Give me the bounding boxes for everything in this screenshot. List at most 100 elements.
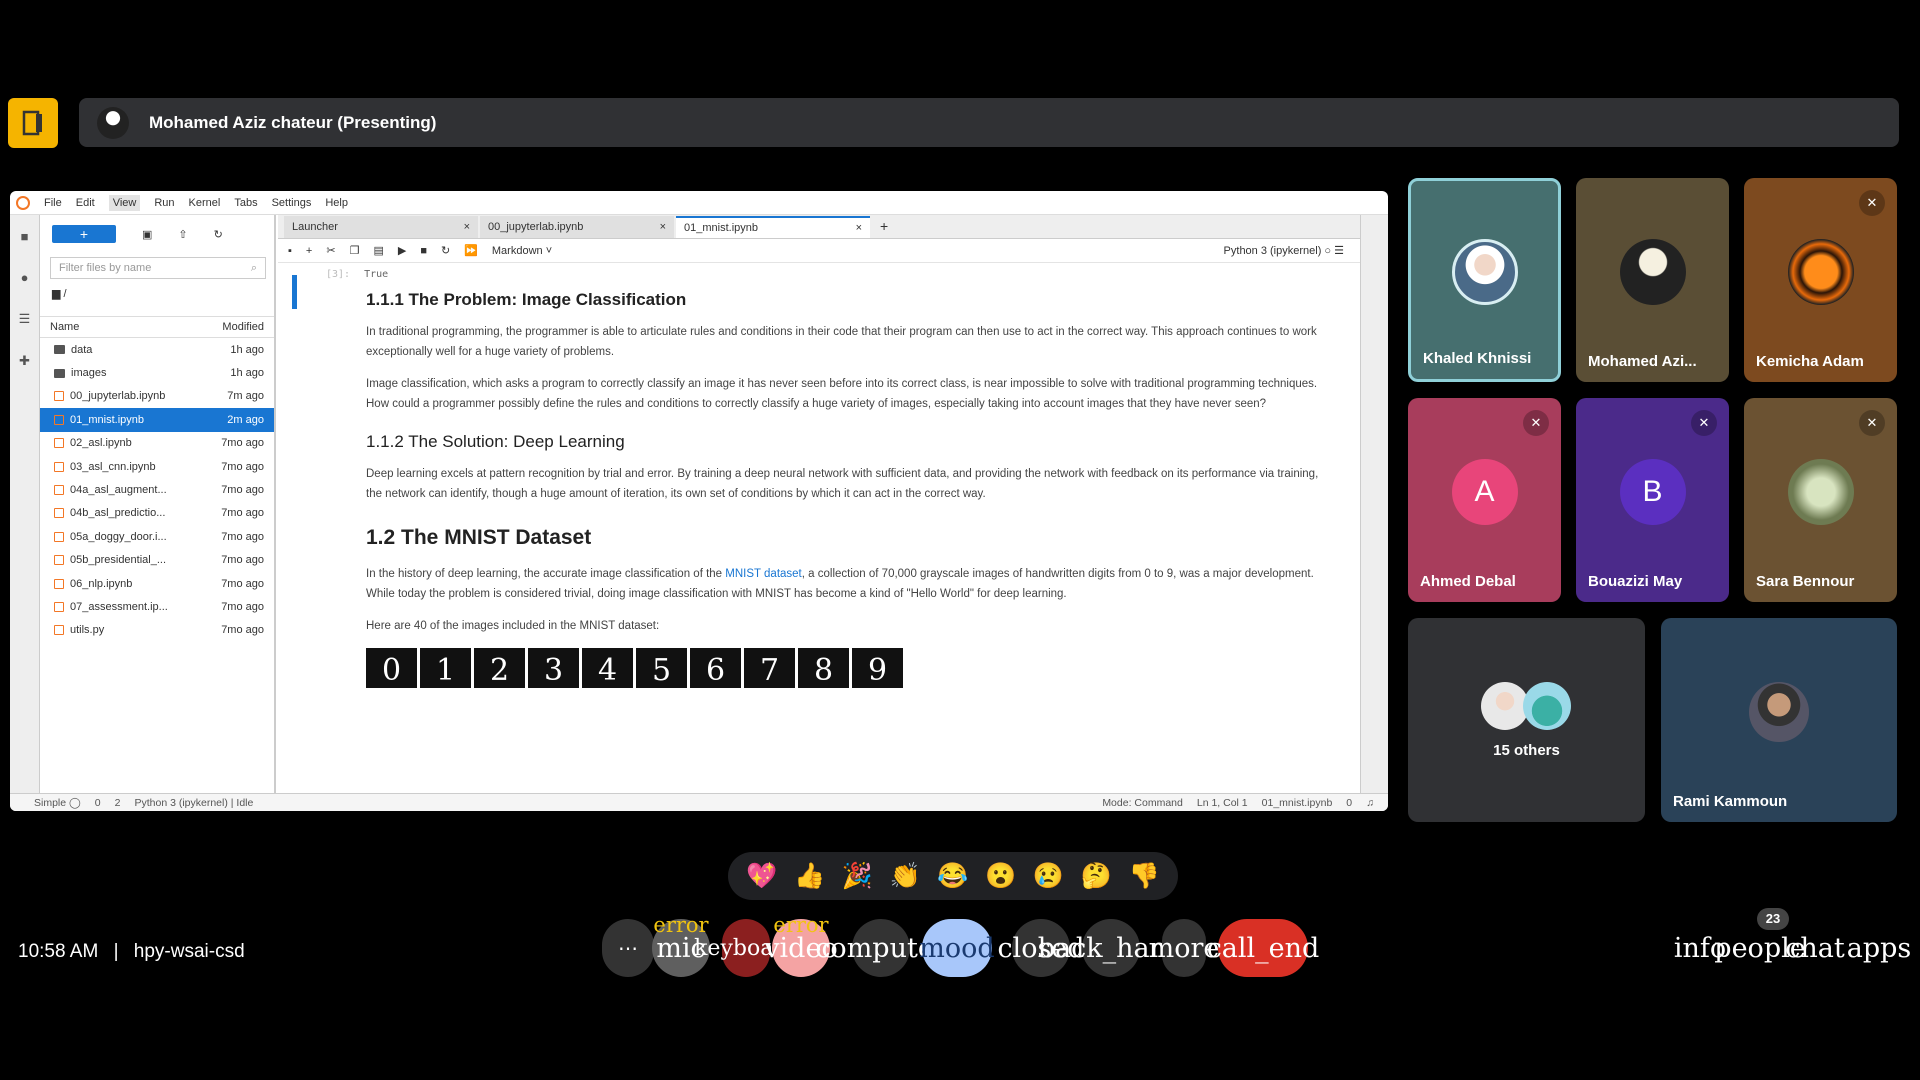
close-icon[interactable]: × [856, 222, 862, 234]
menu-tabs[interactable]: Tabs [234, 197, 257, 209]
tab-launcher[interactable]: Launcher × [284, 216, 478, 238]
file-row[interactable]: 06_nlp.ipynb 7mo ago [40, 572, 274, 595]
cut-icon[interactable]: ✂ [326, 244, 335, 257]
file-row[interactable]: 05b_presidential_... 7mo ago [40, 549, 274, 572]
participant-name: Kemicha Adam [1756, 353, 1864, 370]
cell-type-select[interactable]: Markdown ˅ [492, 245, 552, 257]
new-launcher-button[interactable]: + [52, 225, 116, 243]
simple-mode-toggle[interactable]: Simple ◯ [34, 797, 81, 809]
present-screen-button[interactable]: computer [815, 919, 947, 977]
mnist-digit: 2 [474, 648, 525, 688]
kernel-indicator[interactable]: Python 3 (ipykernel) ○ ☰ [1224, 244, 1344, 257]
notebook-icon [54, 508, 64, 519]
file-row-selected[interactable]: 01_mnist.ipynb 2m ago [40, 408, 274, 432]
meeting-door-icon[interactable] [8, 98, 58, 148]
restart-icon[interactable]: ↻ [441, 244, 450, 257]
breadcrumb[interactable]: ▆ / [40, 279, 274, 308]
run-all-icon[interactable]: ⏩ [464, 244, 478, 257]
others-tile[interactable]: 15 others [1408, 618, 1645, 822]
menu-file[interactable]: File [44, 197, 62, 209]
file-row[interactable]: 02_asl.ipynb 7mo ago [40, 432, 274, 455]
col-name[interactable]: Name [50, 321, 79, 333]
menu-help[interactable]: Help [325, 197, 348, 209]
avatar: B [1619, 458, 1686, 525]
insert-cell-icon[interactable]: + [306, 245, 312, 257]
raise-hand-button[interactable]: back_hand [1038, 919, 1184, 977]
mnist-link[interactable]: MNIST dataset [725, 568, 802, 580]
file-row[interactable]: 04b_asl_predictio... 7mo ago [40, 502, 274, 525]
notebook-icon [54, 414, 64, 425]
new-tab-icon[interactable]: + [872, 218, 896, 238]
reaction-party[interactable]: 🎉 [842, 862, 873, 891]
new-folder-icon[interactable]: ▣ [142, 228, 152, 241]
extension-icon[interactable]: ✚ [19, 353, 30, 369]
avatar [1749, 681, 1809, 742]
activities-button[interactable]: apps [1847, 919, 1912, 977]
reaction-sad[interactable]: 😢 [1033, 862, 1064, 891]
refresh-icon[interactable]: ↻ [214, 228, 223, 241]
emoji-button[interactable]: mood [919, 919, 995, 977]
participant-name: Ahmed Debal [1420, 573, 1516, 590]
reaction-laugh[interactable]: 😂 [937, 862, 968, 891]
tab-01-mnist[interactable]: 01_mnist.ipynb × [676, 216, 870, 238]
reaction-surprised[interactable]: 😮 [985, 862, 1016, 891]
paste-icon[interactable]: ▤ [373, 244, 383, 257]
para-images: Here are 40 of the images included in th… [366, 620, 660, 632]
file-row[interactable]: 04a_asl_augment... 7mo ago [40, 478, 274, 501]
reaction-thumbs-down[interactable]: 👎 [1128, 862, 1159, 891]
para-mnist: In the history of deep learning, the acc… [366, 568, 1314, 600]
mic-off-icon: ✕ [1523, 410, 1549, 436]
file-row[interactable]: 00_jupyterlab.ipynb 7m ago [40, 385, 274, 408]
toc-icon[interactable]: ☰ [19, 311, 31, 327]
upload-icon[interactable]: ⇧ [178, 228, 187, 241]
file-row[interactable]: utils.py 7mo ago [40, 619, 274, 642]
file-row[interactable]: 07_assessment.ip... 7mo ago [40, 595, 274, 618]
participant-tile-bouazizi[interactable]: ✕ B Bouazizi May [1576, 398, 1729, 602]
participant-tile-rami[interactable]: Rami Kammoun [1661, 618, 1897, 822]
participant-tile-ahmed[interactable]: ✕ A Ahmed Debal [1408, 398, 1561, 602]
participant-tile-sara[interactable]: ✕ Sara Bennour [1744, 398, 1897, 602]
menu-run[interactable]: Run [154, 197, 174, 209]
filter-files-input[interactable]: Filter files by name ⌕ [50, 257, 266, 279]
tab-00-jupyterlab[interactable]: 00_jupyterlab.ipynb × [480, 216, 674, 238]
file-row[interactable]: 03_asl_cnn.ipynb 7mo ago [40, 455, 274, 478]
reaction-heart[interactable]: 💖 [746, 862, 777, 891]
menu-edit[interactable]: Edit [76, 197, 95, 209]
file-row[interactable]: images 1h ago [40, 361, 274, 384]
leave-call-button[interactable]: call_end [1207, 919, 1319, 977]
notebook-area: Launcher × 00_jupyterlab.ipynb × 01_mnist.… [278, 215, 1360, 793]
participant-tile-kemicha[interactable]: ✕ Kemicha Adam [1744, 178, 1897, 382]
save-icon[interactable]: ▪ [288, 245, 292, 257]
close-icon[interactable]: × [464, 221, 470, 233]
mode-status: Mode: Command [1102, 796, 1183, 809]
mic-options-button[interactable]: keyboard [694, 919, 798, 977]
stop-icon[interactable]: ■ [420, 245, 427, 257]
chat-button[interactable]: chat [1785, 919, 1844, 977]
reaction-thumbs-up[interactable]: 👍 [794, 862, 825, 891]
reactions-bar: 💖 👍 🎉 👏 😂 😮 😢 🤔 👎 [728, 852, 1178, 900]
participant-tile-khaled[interactable]: Khaled Khnissi [1408, 178, 1561, 382]
more-options-button[interactable]: more [1149, 919, 1219, 977]
close-icon[interactable]: × [660, 221, 666, 233]
menu-view[interactable]: View [108, 194, 141, 211]
copy-icon[interactable]: ❐ [350, 244, 360, 257]
bell-icon[interactable]: ♫ [1366, 797, 1374, 809]
file-row[interactable]: 05a_doggy_door.i... 7mo ago [40, 525, 274, 548]
running-icon[interactable]: ● [21, 270, 29, 285]
notebook-icon [54, 438, 64, 449]
avatar [1787, 238, 1854, 305]
para-problem-1: In traditional programming, the programm… [366, 326, 1317, 358]
file-row[interactable]: data 1h ago [40, 338, 274, 361]
menu-kernel[interactable]: Kernel [189, 197, 221, 209]
participant-name: Mohamed Azi... [1588, 353, 1697, 370]
jupyter-logo-icon [16, 195, 30, 210]
reaction-thinking[interactable]: 🤔 [1081, 862, 1112, 891]
folder-icon[interactable]: ■ [21, 229, 29, 244]
reactions-toggle-button[interactable]: ⋯ [602, 919, 654, 977]
shared-screen-jupyterlab: File Edit View Run Kernel Tabs Settings … [10, 191, 1388, 811]
reaction-clap[interactable]: 👏 [890, 862, 921, 891]
participant-tile-mohamed[interactable]: Mohamed Azi... [1576, 178, 1729, 382]
menu-settings[interactable]: Settings [272, 197, 312, 209]
run-icon[interactable]: ▶ [398, 244, 406, 257]
col-modified[interactable]: Modified [222, 321, 264, 333]
